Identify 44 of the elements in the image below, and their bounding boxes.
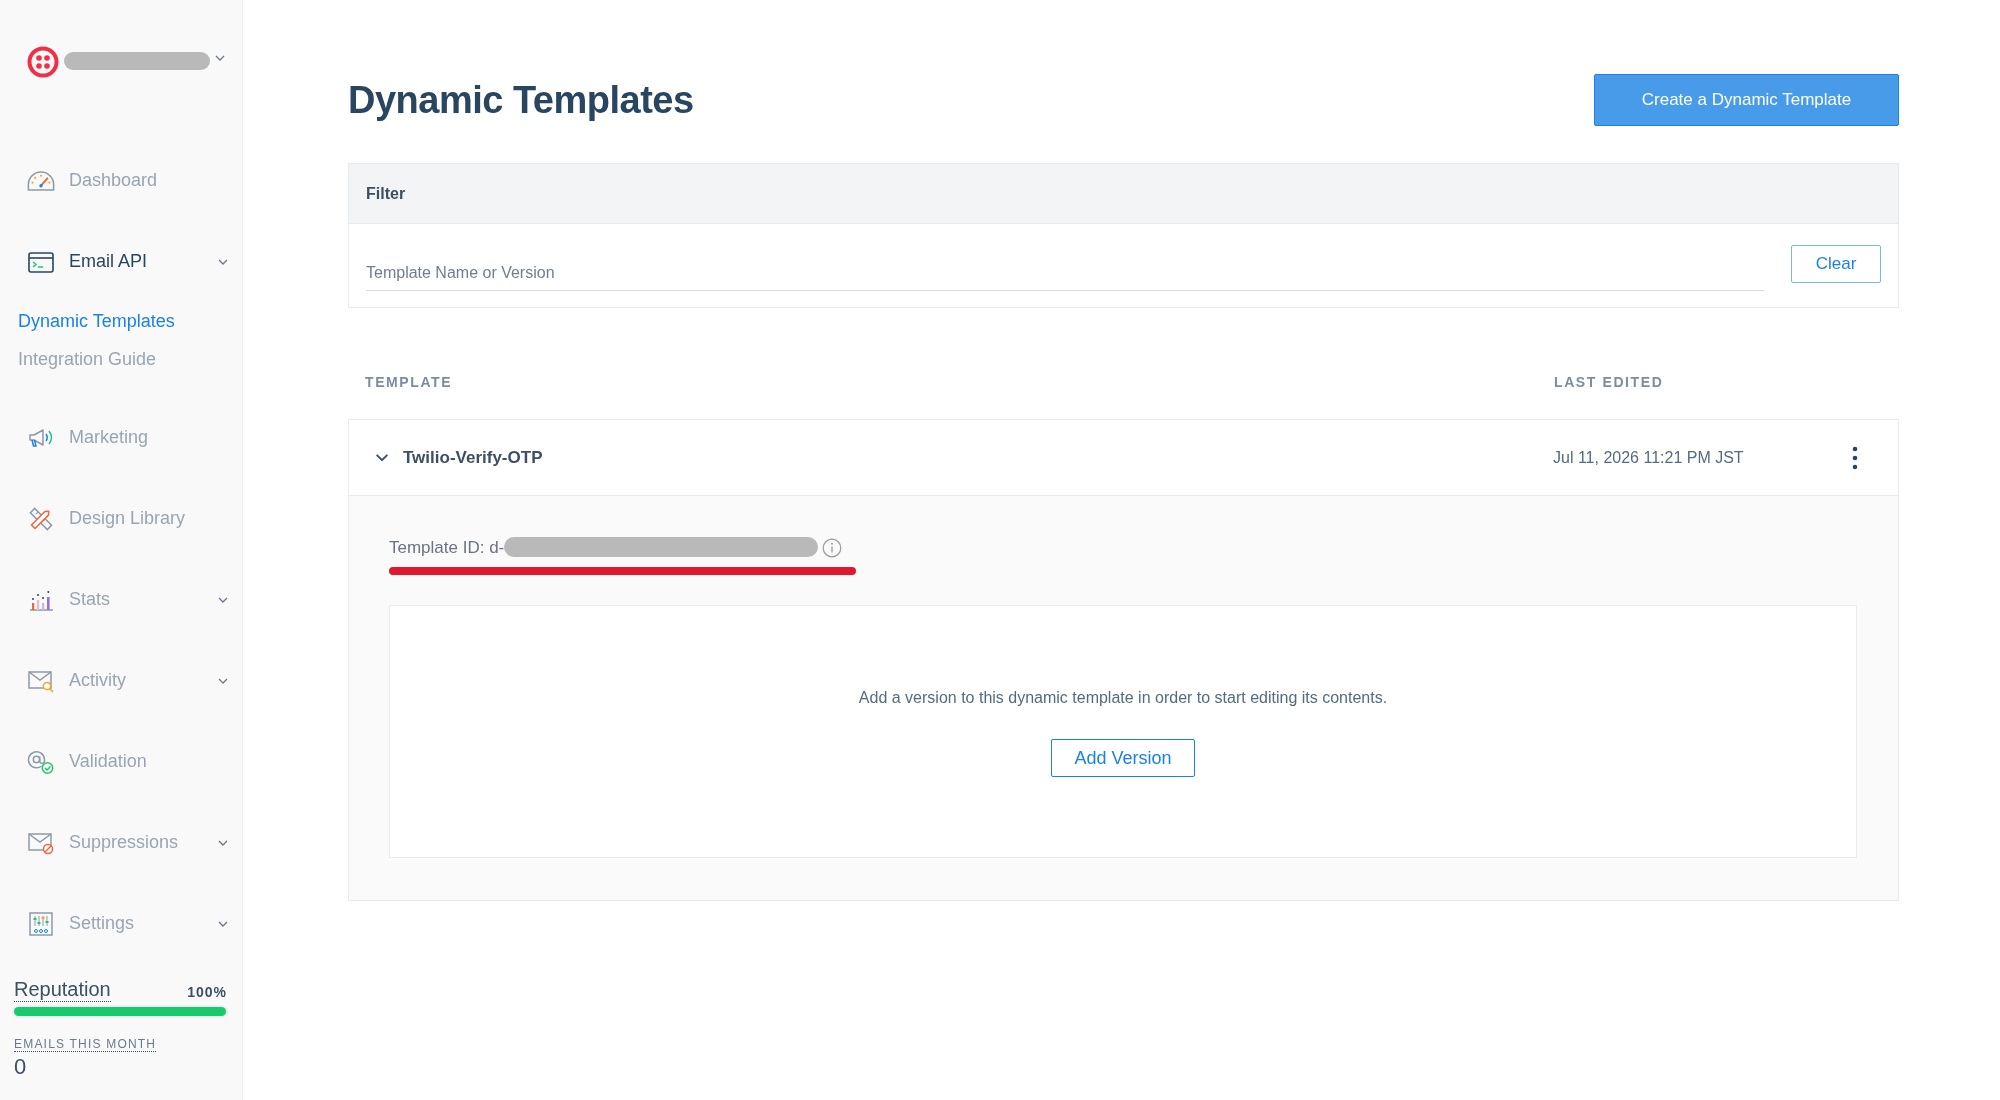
caret-icon[interactable] xyxy=(215,55,225,61)
emails-this-month-label: EMAILS THIS MONTH xyxy=(14,1037,157,1052)
column-header: LAST EDITED xyxy=(1554,374,1664,390)
pencil-ruler-icon xyxy=(27,506,55,531)
add-version-button[interactable]: Add Version xyxy=(1051,739,1195,777)
sidebar-item[interactable]: Design Library xyxy=(0,478,242,559)
chevron-icon[interactable] xyxy=(376,454,388,461)
sidebar-subitem[interactable]: Dynamic Templates xyxy=(0,302,242,340)
sidebar-item[interactable]: Activity xyxy=(0,640,242,721)
clear-button[interactable]: Clear xyxy=(1791,245,1881,283)
sidebar-subitem[interactable]: Integration Guide xyxy=(0,340,242,378)
template-id-label: Template ID: d- xyxy=(389,538,505,558)
sidebar-item[interactable]: Dashboard xyxy=(0,140,242,221)
info-icon[interactable] xyxy=(822,538,843,558)
envelope-magnifier-icon xyxy=(27,668,55,693)
filter-heading: Filter xyxy=(366,184,406,203)
gauge-icon xyxy=(27,170,55,191)
page-title: Dynamic Templates xyxy=(348,78,694,122)
caret-icon[interactable] xyxy=(218,677,228,684)
terminal-window-icon xyxy=(27,249,55,274)
sidebar-item[interactable]: Suppressions xyxy=(0,802,242,883)
reputation-value: 100% xyxy=(187,983,227,1002)
sidebar-item[interactable]: Stats xyxy=(0,559,242,640)
envelope-blocked-icon xyxy=(27,830,55,855)
template-name[interactable]: Twilio-Verify-OTP xyxy=(403,447,543,468)
caret-icon[interactable] xyxy=(218,258,228,265)
emails-this-month-value: 0 xyxy=(14,1055,27,1079)
caret-icon[interactable] xyxy=(218,839,228,846)
more-options-icon[interactable] xyxy=(1852,445,1858,470)
sidebar-item[interactable]: Validation xyxy=(0,721,242,802)
empty-message: Add a version to this dynamic template in order to start editing its contents. xyxy=(858,688,1388,708)
sidebar-item[interactable]: Email API xyxy=(0,221,242,302)
logo-icon[interactable] xyxy=(27,46,59,78)
column-header: TEMPLATE xyxy=(365,374,453,390)
create-template-button[interactable]: Create a Dynamic Template xyxy=(1594,74,1899,126)
caret-icon[interactable] xyxy=(218,920,228,927)
last-edited-date: Jul 11, 2026 11:21 PM JST xyxy=(1553,448,1744,467)
at-sign-check-icon xyxy=(27,749,55,774)
sidebar-item[interactable]: Marketing xyxy=(0,397,242,478)
search-field[interactable]: Template Name or Version xyxy=(366,255,1764,291)
sidebar-item[interactable]: Settings xyxy=(0,883,242,964)
sliders-panel-icon xyxy=(27,911,55,936)
caret-icon[interactable] xyxy=(218,596,228,603)
reputation-label: Reputation xyxy=(14,978,111,1002)
